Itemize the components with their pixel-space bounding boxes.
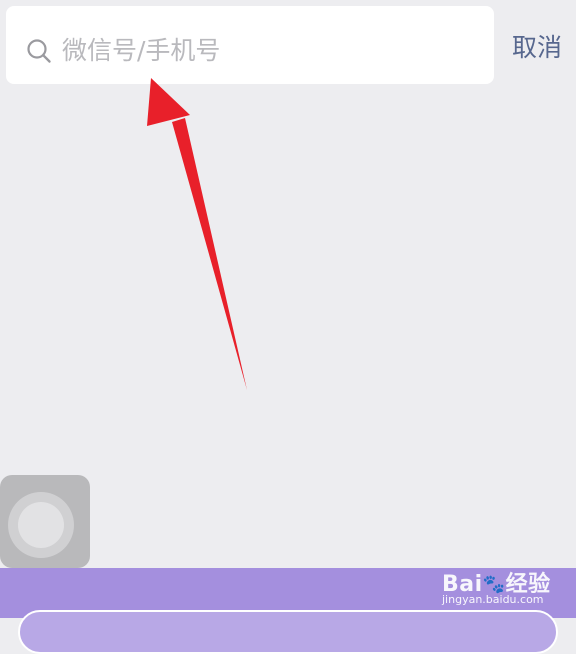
search-bar[interactable] bbox=[6, 6, 494, 84]
annotation-arrow-shaft bbox=[172, 118, 247, 390]
bottom-input-field[interactable] bbox=[18, 610, 558, 654]
search-input[interactable] bbox=[62, 30, 482, 70]
assistive-touch-core bbox=[18, 502, 64, 548]
paw-icon: 🐾 bbox=[482, 574, 506, 595]
assistive-touch-button[interactable] bbox=[0, 475, 90, 568]
cancel-button[interactable]: 取消 bbox=[512, 28, 562, 64]
baidu-jingyan-watermark: Bai🐾经验 jingyan.baidu.com bbox=[438, 558, 570, 608]
search-icon bbox=[26, 38, 52, 64]
watermark-url: jingyan.baidu.com bbox=[442, 593, 544, 606]
annotation-arrow-head bbox=[147, 78, 190, 126]
